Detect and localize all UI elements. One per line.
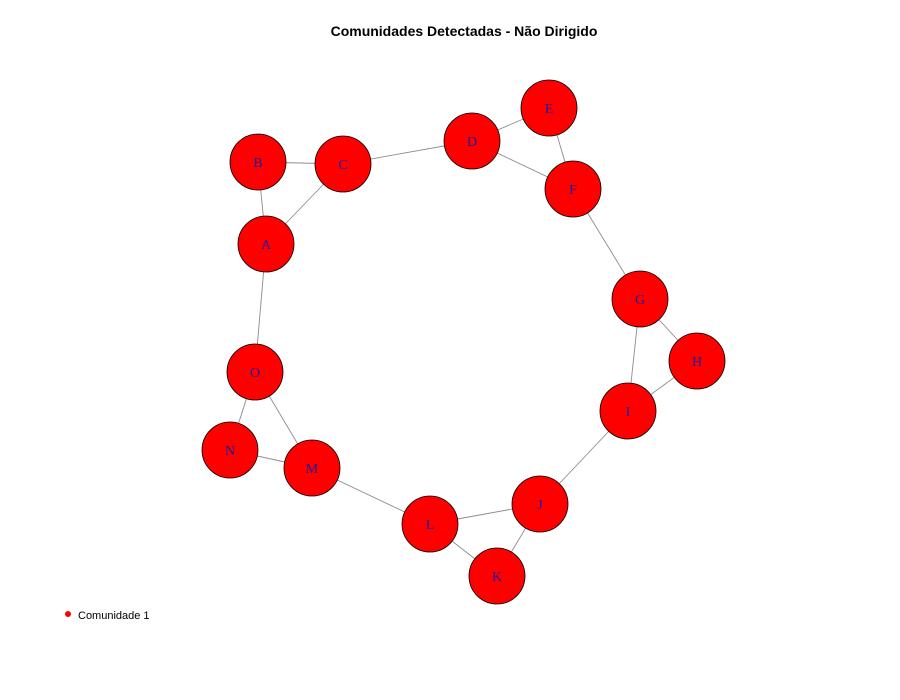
legend-marker: [65, 611, 71, 617]
node-m[interactable]: M: [283, 439, 341, 497]
node-label: G: [635, 293, 645, 308]
node-label: L: [426, 518, 435, 533]
node-d[interactable]: D: [443, 112, 501, 170]
node-g[interactable]: G: [611, 270, 669, 328]
node-label: H: [692, 355, 702, 370]
node-label: O: [250, 366, 260, 381]
node-label: B: [253, 156, 262, 171]
node-l[interactable]: L: [401, 495, 459, 553]
node-h[interactable]: H: [668, 332, 726, 390]
node-label: J: [537, 498, 543, 513]
node-label: C: [338, 158, 347, 173]
network-graph: Comunidades Detectadas - Não Dirigido A B…: [65, 23, 726, 622]
node-e[interactable]: E: [520, 79, 578, 137]
node-f[interactable]: F: [544, 160, 602, 218]
node-k[interactable]: K: [468, 547, 526, 605]
node-n[interactable]: N: [201, 421, 259, 479]
legend: Comunidade 1: [65, 610, 150, 622]
nodes-layer: A B C D E F G H I J K L M N O: [201, 79, 726, 605]
node-label: E: [545, 102, 554, 117]
edges-layer: [229, 107, 698, 577]
node-o[interactable]: O: [226, 343, 284, 401]
node-label: N: [225, 444, 235, 459]
node-label: K: [492, 570, 502, 585]
node-label: I: [626, 405, 631, 420]
node-label: M: [306, 462, 319, 477]
node-label: A: [261, 238, 272, 253]
node-label: F: [569, 183, 577, 198]
node-a[interactable]: A: [237, 215, 295, 273]
node-c[interactable]: C: [314, 135, 372, 193]
node-label: D: [467, 135, 477, 150]
node-j[interactable]: J: [511, 475, 569, 533]
node-i[interactable]: I: [599, 382, 657, 440]
node-b[interactable]: B: [229, 133, 287, 191]
diagram-canvas: Comunidades Detectadas - Não Dirigido A B…: [0, 0, 900, 700]
chart-title: Comunidades Detectadas - Não Dirigido: [331, 23, 598, 39]
legend-label: Comunidade 1: [78, 610, 150, 622]
